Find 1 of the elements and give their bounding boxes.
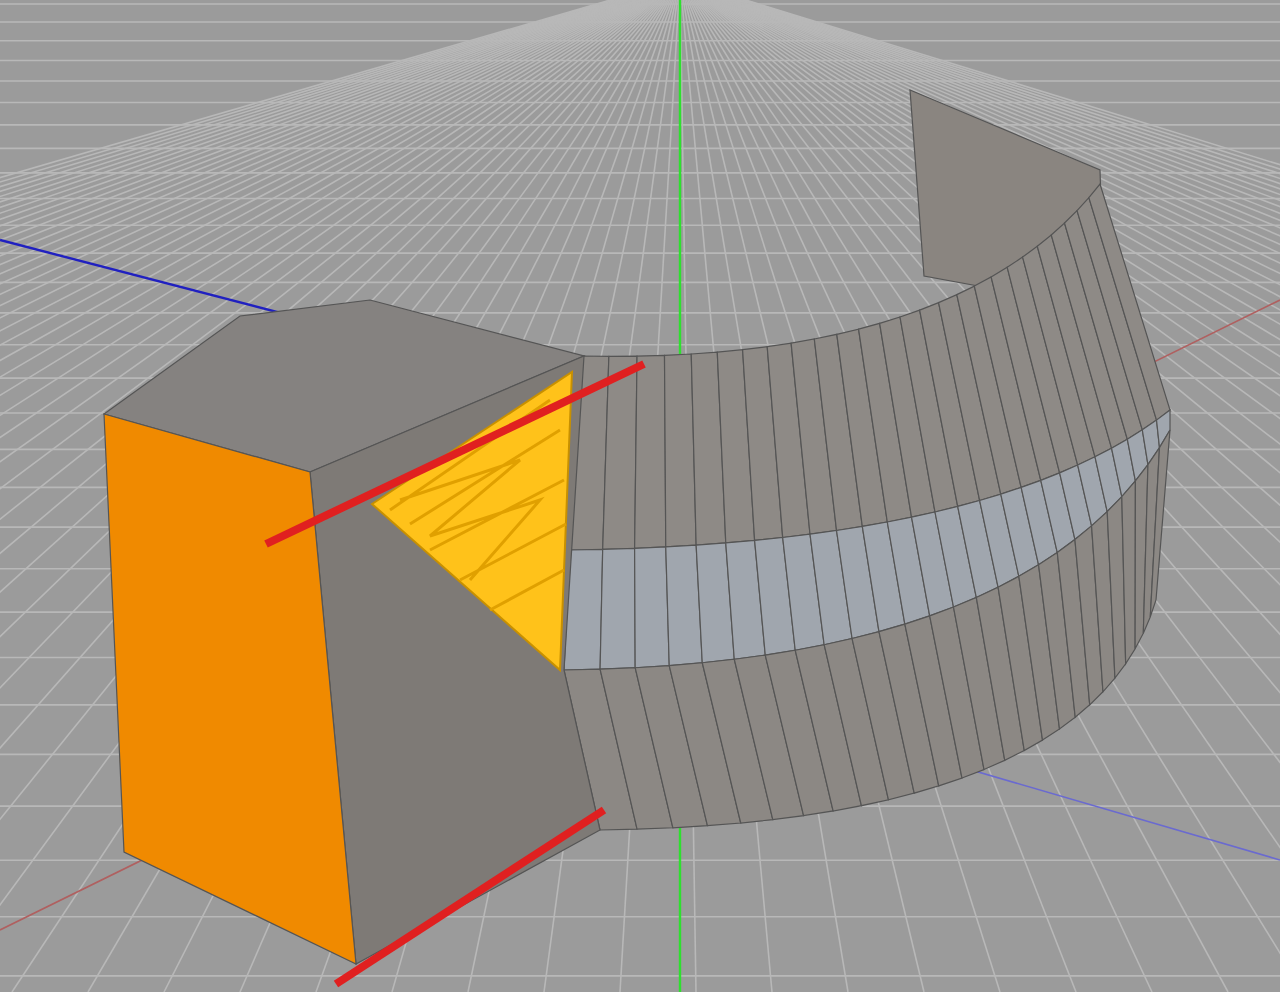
3d-model-drawing[interactable] (102, 89, 1171, 988)
